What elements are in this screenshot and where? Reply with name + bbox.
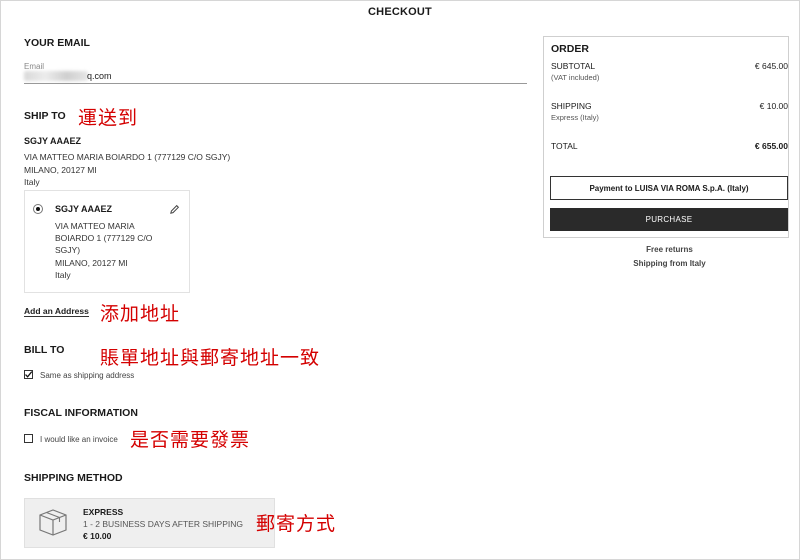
same-as-shipping-label: Same as shipping address bbox=[40, 371, 135, 380]
email-section-title: YOUR EMAIL bbox=[24, 37, 90, 49]
subtotal-value: € 645.00 bbox=[754, 61, 788, 71]
address-line: VIA MATTEO MARIA BOIARDO 1 (777129 C/O S… bbox=[24, 152, 231, 162]
invoice-checkbox[interactable] bbox=[24, 434, 33, 443]
shipping-origin-note: Shipping from Italy bbox=[633, 259, 706, 268]
box-icon bbox=[36, 506, 70, 543]
card-line: BOIARDO 1 (777129 C/O bbox=[55, 233, 153, 244]
ship-to-annotation: 運送到 bbox=[78, 107, 139, 129]
email-redacted bbox=[24, 71, 88, 81]
shipping-label: SHIPPING bbox=[551, 101, 592, 111]
subtotal-note: (VAT included) bbox=[551, 73, 600, 82]
page-title: CHECKOUT bbox=[368, 6, 432, 18]
add-address-annotation: 添加地址 bbox=[100, 303, 181, 325]
bill-to-annotation: 賬單地址與郵寄地址一致 bbox=[100, 347, 321, 369]
address-card-name: SGJY AAAEZ bbox=[55, 204, 113, 214]
total-label: TOTAL bbox=[551, 141, 578, 151]
bill-to-title: BILL TO bbox=[24, 344, 65, 356]
card-line: VIA MATTEO MARIA bbox=[55, 221, 135, 231]
shipping-note: Express (Italy) bbox=[551, 113, 599, 122]
card-line: SGJY) bbox=[55, 245, 81, 256]
invoice-label: I would like an invoice bbox=[40, 435, 118, 444]
add-address-link[interactable]: Add an Address bbox=[24, 306, 89, 317]
payment-method-button[interactable]: Payment to LUISA VIA ROMA S.p.A. (Italy) bbox=[550, 176, 788, 200]
same-as-shipping-checkbox[interactable] bbox=[24, 370, 33, 379]
email-field-label: Email bbox=[24, 62, 45, 71]
email-underline bbox=[24, 83, 527, 84]
address-line: Italy bbox=[24, 177, 40, 187]
shipping-option-name: EXPRESS bbox=[83, 507, 124, 517]
card-line: MILANO, 20127 MI bbox=[55, 257, 128, 268]
address-line: MILANO, 20127 MI bbox=[24, 164, 97, 175]
order-title: ORDER bbox=[551, 43, 589, 55]
pencil-icon[interactable] bbox=[169, 202, 180, 220]
shipping-option-detail: 1 - 2 BUSINESS DAYS AFTER SHIPPING bbox=[83, 519, 243, 529]
radio-selected-icon[interactable] bbox=[33, 204, 43, 214]
invoice-annotation: 是否需要發票 bbox=[130, 429, 251, 451]
shipping-value: € 10.00 bbox=[759, 101, 788, 111]
free-returns-note: Free returns bbox=[646, 245, 693, 254]
ship-to-name: SGJY AAAEZ bbox=[24, 136, 82, 146]
email-field[interactable]: q.com bbox=[87, 71, 112, 81]
shipping-method-title: SHIPPING METHOD bbox=[24, 472, 123, 484]
subtotal-label: SUBTOTAL bbox=[551, 61, 596, 71]
shipping-option-price: € 10.00 bbox=[83, 531, 112, 541]
ship-to-title: SHIP TO bbox=[24, 110, 66, 122]
fiscal-title: FISCAL INFORMATION bbox=[24, 407, 138, 419]
shipping-method-annotation: 郵寄方式 bbox=[256, 513, 337, 535]
purchase-button[interactable]: PURCHASE bbox=[550, 208, 788, 231]
total-value: € 655.00 bbox=[754, 141, 788, 151]
ship-to-address: VIA MATTEO MARIA BOIARDO 1 (777129 C/O S… bbox=[24, 151, 230, 189]
card-line: Italy bbox=[55, 269, 71, 280]
address-card-lines: VIA MATTEO MARIA BOIARDO 1 (777129 C/O S… bbox=[55, 220, 152, 281]
